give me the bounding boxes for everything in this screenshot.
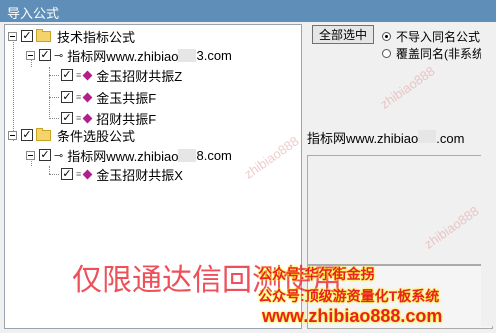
redaction	[178, 48, 197, 62]
radio-label: 不导入同名公式	[396, 30, 481, 44]
checkbox[interactable]: ✓	[21, 129, 33, 141]
tree-source-node[interactable]: ✓ ⊸ 指标网www.zhibiao 3.com	[26, 46, 232, 64]
radio-no-import[interactable]: 不导入同名公式	[382, 28, 480, 45]
watermark-line2: 公众号:顶级游资量化T板系统	[258, 288, 440, 304]
watermark-diagonal: zhibiao888	[377, 63, 438, 112]
tree-leaf[interactable]: ✓ ≡ 金玉招财共振X	[61, 165, 183, 183]
diamond-icon	[82, 92, 93, 102]
source-label: 指标网www.zhibiao	[67, 48, 179, 64]
diamond-icon	[82, 169, 93, 179]
tree-source-node[interactable]: ✓ ⊸ 指标网www.zhibiao 8.com	[26, 146, 232, 164]
checkbox[interactable]: ✓	[21, 30, 33, 42]
collapse-icon[interactable]	[8, 130, 17, 140]
formula-icon: ≡	[76, 92, 82, 102]
source-label: 指标网www.zhibiao	[67, 148, 179, 164]
formula-icon: ≡	[76, 169, 82, 179]
group-label: 技术指标公式	[57, 29, 136, 45]
tree-line	[49, 174, 59, 175]
redaction	[178, 148, 197, 162]
checkbox[interactable]: ✓	[61, 168, 73, 180]
collapse-icon[interactable]	[26, 150, 35, 160]
key-icon: ⊸	[54, 49, 64, 62]
redaction	[418, 130, 437, 143]
checkbox[interactable]: ✓	[39, 149, 51, 161]
radio-overwrite[interactable]: 覆盖同名(非系统)	[382, 45, 488, 62]
radio-icon[interactable]	[382, 32, 391, 41]
watermark-line1: 公众号:华尔街金拐	[258, 266, 375, 282]
formula-icon: ≡	[76, 113, 82, 123]
tree-line	[49, 118, 59, 119]
tree-group-screening[interactable]: ✓ 条件选股公式	[8, 126, 135, 144]
select-all-button[interactable]: 全部选中	[312, 25, 374, 44]
source-info: 指标网www.zhibiao .com	[307, 128, 464, 147]
tree-line	[49, 166, 50, 174]
checkbox[interactable]: ✓	[61, 112, 73, 124]
leaf-label: 金玉共振F	[96, 90, 157, 106]
radio-label: 覆盖同名(非系统)	[396, 47, 488, 61]
folder-icon	[36, 28, 51, 42]
tree-line	[49, 97, 59, 98]
tree-line	[49, 75, 59, 76]
folder-icon	[36, 127, 51, 141]
key-icon: ⊸	[54, 149, 64, 162]
formula-icon: ≡	[76, 70, 82, 80]
leaf-label: 金玉招财共振X	[96, 167, 183, 183]
diamond-icon	[82, 113, 93, 123]
collapse-icon[interactable]	[26, 50, 35, 60]
title-bar: 导入公式	[0, 0, 496, 22]
tree-group-technical[interactable]: ✓ 技术指标公式	[8, 27, 135, 45]
info-text: 指标网www.zhibiao	[307, 131, 419, 146]
scrollbar[interactable]	[481, 36, 493, 326]
radio-icon[interactable]	[382, 49, 391, 58]
checkbox[interactable]: ✓	[61, 69, 73, 81]
info-suffix: .com	[436, 131, 465, 146]
collapse-icon[interactable]	[8, 31, 17, 41]
checkbox[interactable]: ✓	[39, 49, 51, 61]
diamond-icon	[82, 70, 93, 80]
source-label-suffix: 3.com	[196, 47, 232, 63]
leaf-label: 金玉招财共振Z	[96, 68, 183, 84]
watermark-line3: www.zhibiao888.com	[262, 306, 443, 326]
group-label: 条件选股公式	[57, 128, 136, 144]
source-label-suffix: 8.com	[196, 147, 232, 163]
tree-leaf[interactable]: ✓ ≡ 金玉共振F	[61, 88, 156, 106]
tree-leaf[interactable]: ✓ ≡ 金玉招财共振Z	[61, 66, 182, 84]
window-title: 导入公式	[7, 6, 60, 21]
checkbox[interactable]: ✓	[61, 91, 73, 103]
tree-leaf[interactable]: ✓ ≡ 招财共振F	[61, 109, 156, 127]
